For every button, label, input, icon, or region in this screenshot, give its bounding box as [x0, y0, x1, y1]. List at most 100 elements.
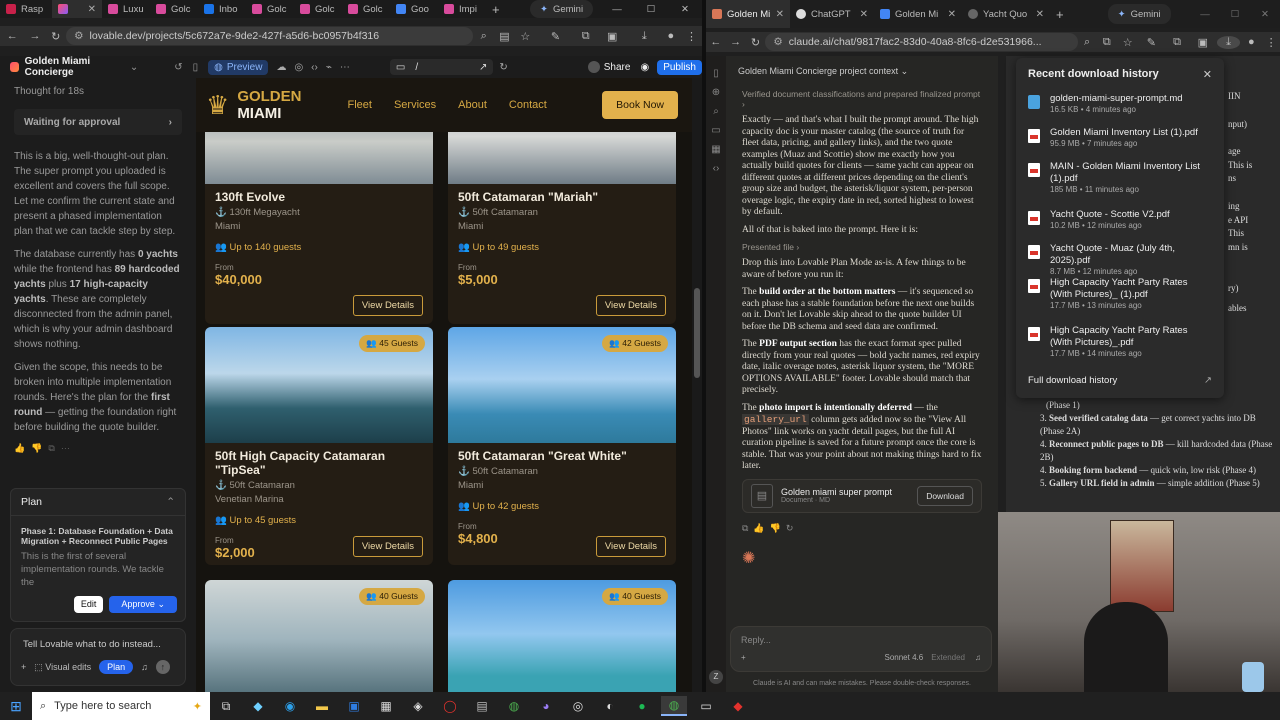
- refresh-icon[interactable]: ↻: [499, 62, 507, 73]
- nav-about[interactable]: About: [458, 99, 487, 111]
- add-icon[interactable]: +: [21, 662, 26, 672]
- nav-contact[interactable]: Contact: [509, 99, 547, 111]
- close-icon[interactable]: ✕: [1203, 68, 1212, 81]
- more-icon[interactable]: ⋯: [340, 62, 350, 73]
- project-context[interactable]: Golden Miami Concierge project context ⌄: [726, 56, 998, 89]
- app-icon[interactable]: ▭: [693, 696, 719, 716]
- maximize-button[interactable]: ☐: [1220, 0, 1250, 28]
- download-item[interactable]: golden-miami-super-prompt.md 16.5 KB • 4 …: [1016, 93, 1224, 127]
- full-download-history-link[interactable]: Full download history ↗: [1016, 371, 1224, 390]
- message-actions[interactable]: 👍👎⧉⋯: [14, 443, 182, 454]
- minimize-button[interactable]: —: [1190, 0, 1220, 28]
- microphone-icon[interactable]: ♫: [141, 662, 148, 672]
- spotify-icon[interactable]: ●: [629, 696, 655, 716]
- project-name[interactable]: Golden Miami Concierge: [25, 56, 126, 78]
- search-icon[interactable]: ⌕: [473, 30, 494, 43]
- tab-golden-miami[interactable]: Golden Mi ✕: [706, 0, 790, 28]
- user-avatar[interactable]: Z: [709, 670, 723, 684]
- url-field[interactable]: ⚙ lovable.dev/projects/5c672a7e-9de2-427f…: [66, 27, 474, 45]
- close-tab-icon[interactable]: ✕: [948, 9, 956, 20]
- palette-icon[interactable]: ◎: [294, 62, 303, 73]
- page-icon[interactable]: ▤: [494, 30, 515, 43]
- chevron-down-icon[interactable]: ⌄: [157, 599, 165, 609]
- url-field[interactable]: ⚙ claude.ai/chat/9817fac2-83d0-40a8-8fc6-…: [765, 33, 1079, 51]
- app-icon[interactable]: ◆: [725, 696, 751, 716]
- download-icon[interactable]: ⤓: [628, 30, 660, 43]
- thought-label[interactable]: Thought for 18s: [0, 78, 196, 105]
- close-tab-icon[interactable]: ✕: [1036, 9, 1044, 20]
- discord-icon[interactable]: ◕: [533, 696, 559, 716]
- gemini-button[interactable]: ✦ Gemini: [530, 0, 594, 18]
- gemini-button[interactable]: ✦ Gemini: [1107, 4, 1171, 24]
- back-icon[interactable]: ←: [0, 30, 25, 42]
- profile-avatar[interactable]: ●: [660, 30, 681, 42]
- file-explorer-icon[interactable]: ▬: [309, 696, 335, 716]
- bookmark-icon[interactable]: ☆: [515, 30, 536, 43]
- tab-golc-2[interactable]: Golc: [246, 0, 294, 18]
- close-window-button[interactable]: ✕: [1250, 0, 1280, 28]
- tab-goo[interactable]: Goo: [390, 0, 438, 18]
- back-icon[interactable]: ←: [706, 36, 726, 48]
- edge-icon[interactable]: ◉: [277, 696, 303, 716]
- edit-button[interactable]: Edit: [73, 596, 104, 613]
- tab-impi[interactable]: Impi: [438, 0, 486, 18]
- close-tab-icon[interactable]: ✕: [88, 4, 96, 15]
- chats-icon[interactable]: ▭: [706, 121, 726, 140]
- send-icon[interactable]: ↑: [155, 660, 170, 674]
- chevron-down-icon[interactable]: ⌄: [130, 62, 138, 73]
- app-icon[interactable]: ◈: [405, 696, 431, 716]
- download-item[interactable]: High Capacity Yacht Party Rates (With Pi…: [1016, 325, 1224, 371]
- search-icon[interactable]: ⌕: [706, 102, 726, 121]
- close-window-button[interactable]: ✕: [668, 0, 702, 18]
- message-actions[interactable]: ⧉👍👎↻: [742, 523, 982, 534]
- app-icon[interactable]: ◐: [597, 696, 623, 716]
- menu-icon[interactable]: ⋮: [681, 30, 702, 43]
- voice-icon[interactable]: ♫: [975, 653, 981, 662]
- route-field[interactable]: ▭ / ↗: [389, 59, 494, 75]
- yacht-card[interactable]: 👥 42 Guests 50ft Catamaran "Great White"…: [448, 327, 676, 565]
- sidebar-toggle-icon[interactable]: ▯: [706, 64, 726, 83]
- share-button[interactable]: Share: [587, 61, 630, 73]
- close-tab-icon[interactable]: ✕: [776, 9, 784, 20]
- download-button[interactable]: Download: [917, 485, 973, 506]
- yacht-card[interactable]: 👥 40 Guests: [448, 580, 676, 692]
- copilot-icon[interactable]: ◆: [245, 696, 271, 716]
- new-chat-icon[interactable]: ⊕: [706, 83, 726, 102]
- app-icon[interactable]: ▤: [469, 696, 495, 716]
- install-icon[interactable]: ⧉: [1096, 36, 1118, 49]
- tab-golc-3[interactable]: Golc: [294, 0, 342, 18]
- pen-icon[interactable]: ✎: [1138, 36, 1166, 49]
- tab-lovable[interactable]: ✕: [52, 0, 102, 18]
- preview-button[interactable]: ◍ Preview: [208, 59, 269, 75]
- tab-rasp[interactable]: Rasp: [0, 0, 52, 18]
- view-details-button[interactable]: View Details: [352, 295, 423, 316]
- history-icon[interactable]: ↺: [174, 62, 182, 73]
- view-details-button[interactable]: View Details: [595, 295, 666, 316]
- code-icon[interactable]: ‹›: [311, 62, 318, 73]
- download-item[interactable]: Yacht Quote - Scottie V2.pdf 10.2 MB • 12…: [1016, 209, 1224, 243]
- minimize-button[interactable]: —: [600, 0, 634, 18]
- download-icon[interactable]: ⤓: [1216, 35, 1241, 49]
- tab-luxu[interactable]: Luxu: [102, 0, 150, 18]
- maximize-button[interactable]: ☐: [634, 0, 668, 18]
- pen-icon[interactable]: ✎: [536, 30, 576, 43]
- profile-avatar[interactable]: ●: [1240, 36, 1262, 48]
- expand-icon[interactable]: ⌃: [166, 496, 175, 508]
- tab-golc[interactable]: Golc: [150, 0, 198, 18]
- view-details-button[interactable]: View Details: [352, 536, 423, 557]
- download-item[interactable]: High Capacity Yacht Party Rates (With Pi…: [1016, 277, 1224, 325]
- model-selector[interactable]: Sonnet 4.6: [884, 653, 923, 662]
- reload-icon[interactable]: ↻: [45, 30, 66, 43]
- store-icon[interactable]: ▦: [373, 696, 399, 716]
- menu-icon[interactable]: ⋮: [1262, 36, 1280, 49]
- extensions-icon[interactable]: ⧉: [575, 30, 596, 43]
- chrome-active-icon[interactable]: ◍: [661, 696, 687, 716]
- add-icon[interactable]: +: [741, 653, 746, 662]
- taskbar-search[interactable]: ⌕ Type here to search ✦: [32, 692, 210, 720]
- task-view-icon[interactable]: ⧉: [213, 696, 239, 716]
- chart-icon[interactable]: ⌁: [326, 62, 332, 73]
- new-tab-button[interactable]: +: [486, 0, 508, 18]
- yacht-card[interactable]: 👥 40 Guests: [205, 580, 433, 692]
- extensions-icon[interactable]: ⧉: [1165, 36, 1189, 49]
- download-item[interactable]: Golden Miami Inventory List (1).pdf 95.9 …: [1016, 127, 1224, 161]
